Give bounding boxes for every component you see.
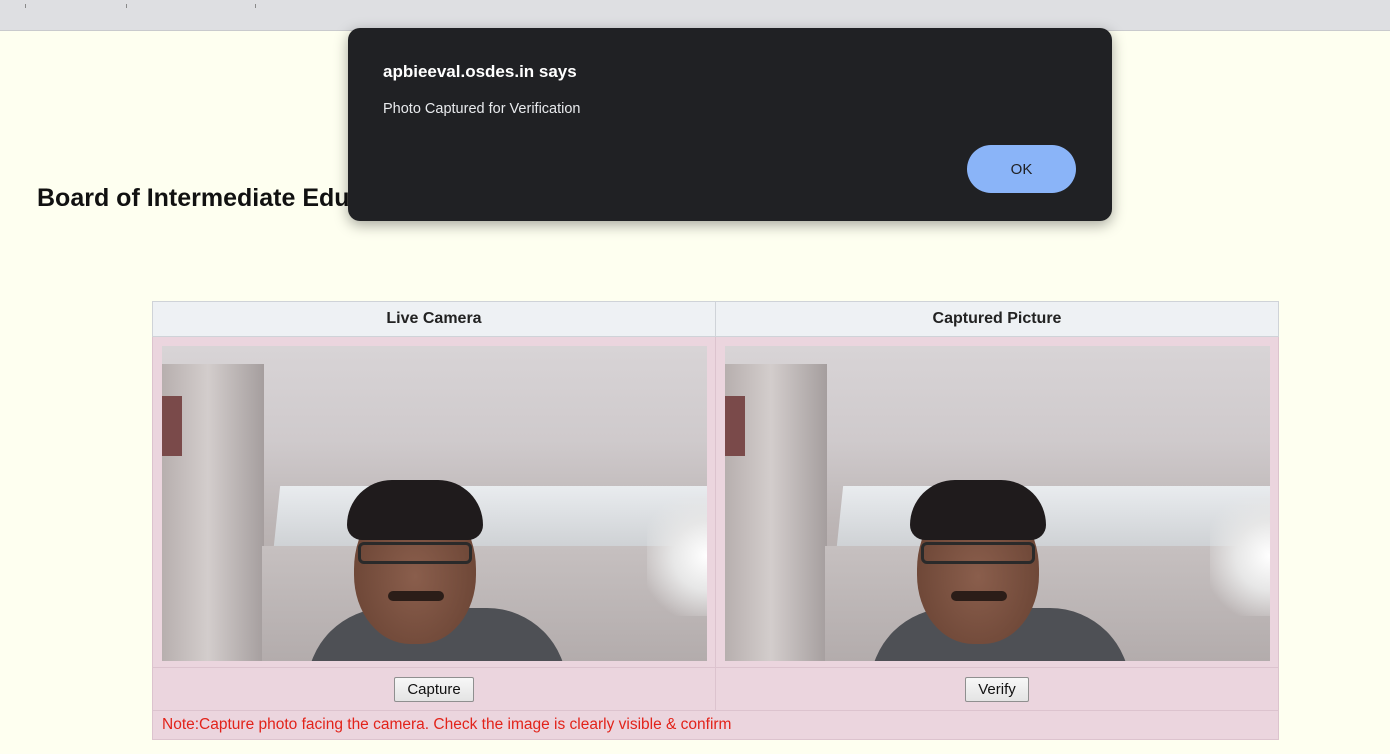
- person-glasses: [920, 542, 1035, 564]
- person-glasses: [357, 542, 472, 564]
- person-mustache: [387, 591, 444, 601]
- dialog-title: apbieeval.osdes.in says: [383, 62, 577, 81]
- capture-note: Note:Capture photo facing the camera. Ch…: [152, 710, 1279, 740]
- verify-button[interactable]: Verify: [965, 676, 1029, 702]
- live-camera-cell: [152, 336, 716, 668]
- dialog-message: Photo Captured for Verification: [383, 101, 581, 117]
- captured-picture-cell: [715, 336, 1279, 668]
- verify-button-cell: Verify: [715, 667, 1279, 711]
- capture-button-cell: Capture: [152, 667, 716, 711]
- alert-dialog: apbieeval.osdes.in says Photo Captured f…: [348, 28, 1112, 221]
- capture-button[interactable]: Capture: [394, 676, 474, 702]
- tab-divider: [255, 4, 256, 8]
- browser-top-bar: [0, 0, 1390, 31]
- ok-button[interactable]: OK: [967, 145, 1076, 193]
- person-hair: [346, 480, 483, 540]
- person-mustache: [950, 591, 1007, 601]
- captured-picture-image: [724, 346, 1270, 661]
- ceiling-light: [273, 486, 707, 546]
- camera-table: Live Camera Captured Picture Capture Ver…: [152, 301, 1279, 740]
- captured-picture-header: Captured Picture: [715, 301, 1279, 337]
- live-camera-feed: [161, 346, 707, 661]
- person-hair: [909, 480, 1046, 540]
- pillar-edge: [161, 396, 182, 456]
- pillar-edge: [724, 396, 745, 456]
- window-glow: [1209, 496, 1270, 616]
- window-glow: [646, 496, 707, 616]
- ceiling-light: [836, 486, 1270, 546]
- tab-divider: [25, 4, 26, 8]
- tab-divider: [126, 4, 127, 8]
- live-camera-header: Live Camera: [152, 301, 716, 337]
